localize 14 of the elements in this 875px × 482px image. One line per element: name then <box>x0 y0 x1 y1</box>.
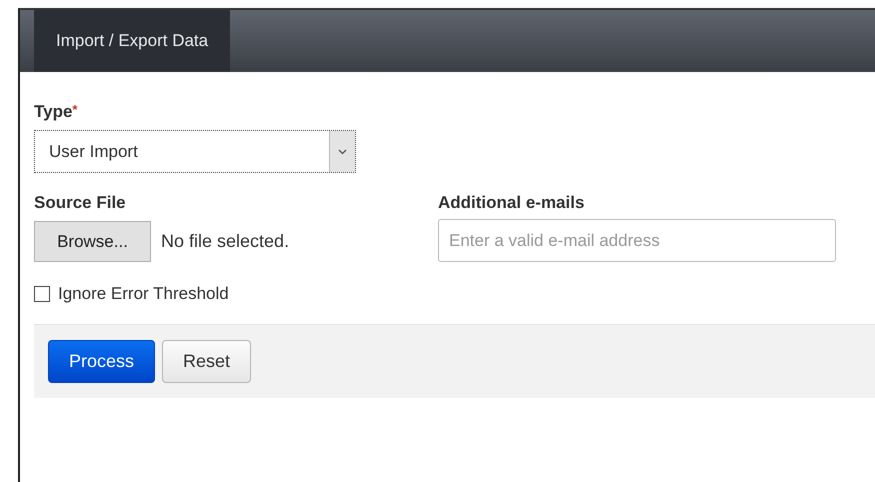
process-button[interactable]: Process <box>48 340 156 383</box>
browse-button[interactable]: Browse... <box>34 221 151 262</box>
type-dropdown[interactable]: User Import <box>34 130 356 173</box>
checkbox[interactable] <box>34 286 50 302</box>
file-status: No file selected. <box>161 231 290 252</box>
type-label: Type* <box>34 102 78 122</box>
required-mark: * <box>72 102 78 117</box>
reset-button[interactable]: Reset <box>162 340 252 383</box>
email-field[interactable]: Enter a valid e-mail address <box>438 219 836 262</box>
chevron-down-icon <box>338 148 347 154</box>
source-file-label: Source File <box>34 193 127 213</box>
tab[interactable]: Import / Export Data <box>34 10 230 72</box>
emails-label: Additional e-mails <box>438 193 586 213</box>
checkbox-label: Ignore Error Threshold <box>58 284 229 304</box>
